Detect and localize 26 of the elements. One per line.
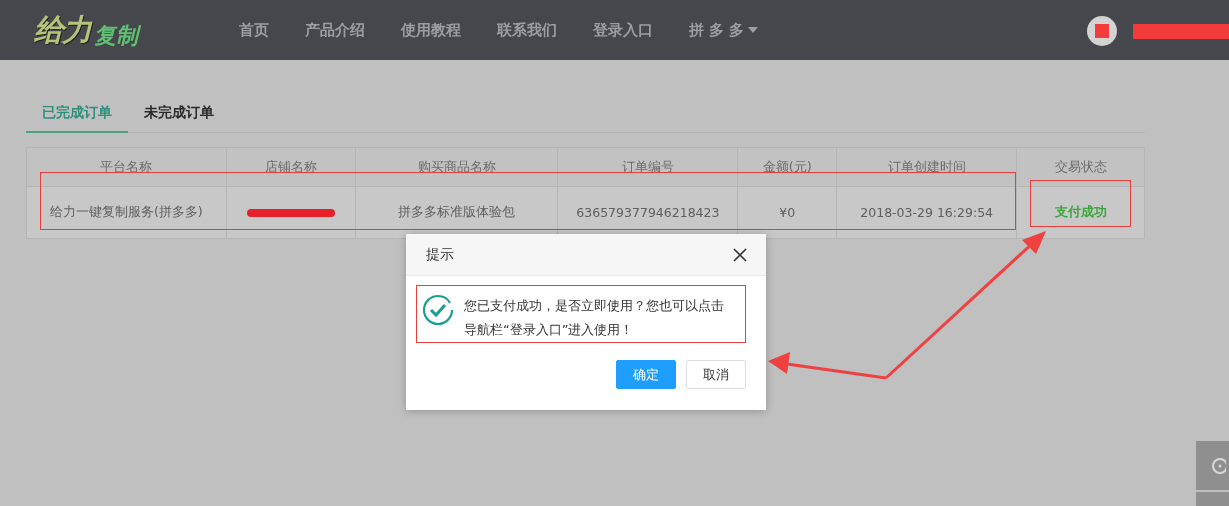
caret-icon: [748, 27, 759, 33]
column-header: 购买商品名称: [355, 147, 558, 187]
table-cell: ¥0: [737, 186, 837, 239]
tab[interactable]: 未完成订单: [128, 98, 230, 133]
table-cell: 拼多多标准版体验包: [355, 186, 558, 239]
dialog-message: 您已支付成功，是否立即使用？您也可以点击导航栏“登录入口”进入使用！: [464, 297, 725, 339]
table-cell: 2018-03-29 16:29:54: [836, 186, 1017, 239]
check-circle-icon: [422, 294, 454, 326]
logo: 给力复制: [34, 9, 239, 51]
cancel-button[interactable]: 取消: [686, 360, 746, 389]
column-header: 交易状态: [1016, 147, 1145, 187]
column-header: 平台名称: [26, 147, 227, 187]
nav-link[interactable]: 登录入口: [593, 20, 653, 40]
close-button[interactable]: [732, 246, 748, 263]
column-header: 金额(元): [737, 147, 837, 187]
nav-dropdown[interactable]: 拼 多 多: [689, 20, 759, 40]
dialog-title: 提示: [426, 245, 454, 264]
nav-link[interactable]: 联系我们: [497, 20, 557, 40]
confirm-button[interactable]: 确定: [616, 360, 676, 389]
column-header: 订单创建时间: [836, 147, 1017, 187]
tab[interactable]: 已完成订单: [26, 98, 128, 133]
table-cell: 给力一键复制服务(拼多多): [26, 186, 227, 239]
column-header: 店铺名称: [226, 147, 356, 187]
nav-link[interactable]: 使用教程: [401, 20, 461, 40]
nav-link[interactable]: 产品介绍: [305, 20, 365, 40]
nav-link[interactable]: 首页: [239, 20, 269, 40]
